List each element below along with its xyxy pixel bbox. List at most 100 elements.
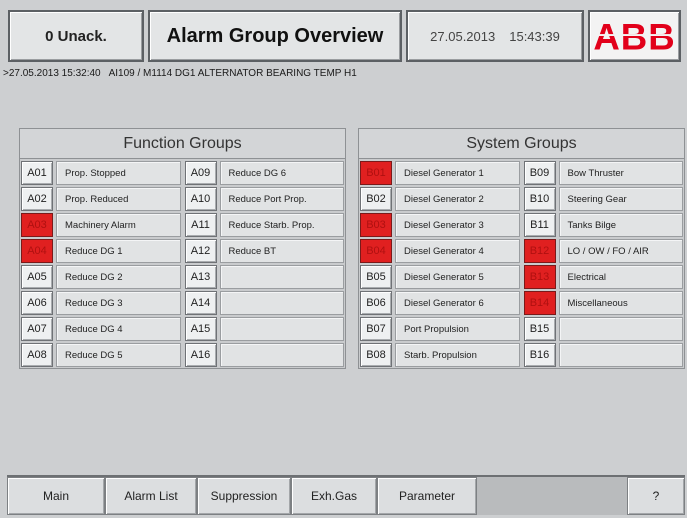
group-label-b13[interactable]: Electrical <box>558 265 683 289</box>
system-group-row-b05: B05 Diesel Generator 5 <box>360 265 520 289</box>
group-label-b16[interactable] <box>558 343 683 367</box>
group-code-a04[interactable]: A04 <box>21 239 53 263</box>
exh-gas-button[interactable]: Exh.Gas <box>291 477 377 515</box>
group-label-a09[interactable]: Reduce DG 6 <box>219 161 344 185</box>
group-code-a14[interactable]: A14 <box>184 291 217 315</box>
alarm-list-button[interactable]: Alarm List <box>105 477 197 515</box>
group-code-b02[interactable]: B02 <box>360 187 392 211</box>
unack-label: 0 Unack. <box>45 27 107 45</box>
group-label-a07[interactable]: Reduce DG 4 <box>56 317 181 341</box>
main-button[interactable]: Main <box>7 477 105 515</box>
group-code-a03[interactable]: A03 <box>21 213 53 237</box>
alarm-overview-screen: 0 Unack. Alarm Group Overview 27.05.2013… <box>0 0 687 518</box>
group-code-a02[interactable]: A02 <box>21 187 53 211</box>
group-label-a06[interactable]: Reduce DG 3 <box>56 291 181 315</box>
group-code-b03[interactable]: B03 <box>360 213 392 237</box>
group-code-b16[interactable]: B16 <box>523 343 556 367</box>
group-label-a12[interactable]: Reduce BT <box>219 239 344 263</box>
group-code-b11[interactable]: B11 <box>523 213 556 237</box>
group-code-a07[interactable]: A07 <box>21 317 53 341</box>
group-code-a12[interactable]: A12 <box>184 239 217 263</box>
system-group-row-b01: B01 Diesel Generator 1 <box>360 161 520 185</box>
header-bar: 0 Unack. Alarm Group Overview 27.05.2013… <box>8 10 685 62</box>
group-label-a02[interactable]: Prop. Reduced <box>56 187 181 211</box>
group-code-b04[interactable]: B04 <box>360 239 392 263</box>
group-code-a08[interactable]: A08 <box>21 343 53 367</box>
unack-button[interactable]: 0 Unack. <box>8 10 144 62</box>
group-code-a06[interactable]: A06 <box>21 291 53 315</box>
group-label-a10[interactable]: Reduce Port Prop. <box>219 187 344 211</box>
group-label-a13[interactable] <box>219 265 344 289</box>
function-group-row-a05: A05 Reduce DG 2 <box>21 265 181 289</box>
group-label-a03[interactable]: Machinery Alarm <box>56 213 181 237</box>
group-label-b02[interactable]: Diesel Generator 2 <box>395 187 520 211</box>
group-code-b06[interactable]: B06 <box>360 291 392 315</box>
suppression-button[interactable]: Suppression <box>197 477 291 515</box>
group-code-b09[interactable]: B09 <box>523 161 556 185</box>
group-code-a13[interactable]: A13 <box>184 265 217 289</box>
date-text: 27.05.2013 <box>430 28 496 44</box>
parameter-button[interactable]: Parameter <box>377 477 477 515</box>
group-label-b06[interactable]: Diesel Generator 6 <box>395 291 520 315</box>
group-label-b09[interactable]: Bow Thruster <box>558 161 683 185</box>
group-label-b03[interactable]: Diesel Generator 3 <box>395 213 520 237</box>
group-code-a11[interactable]: A11 <box>184 213 217 237</box>
group-code-a10[interactable]: A10 <box>184 187 217 211</box>
group-label-a11[interactable]: Reduce Starb. Prop. <box>219 213 344 237</box>
group-code-b15[interactable]: B15 <box>523 317 556 341</box>
function-group-row-a09: A09 Reduce DG 6 <box>184 161 344 185</box>
function-groups-column-1: A01 Prop. Stopped A02 Prop. Reduced A03 Machi… <box>21 161 181 367</box>
group-label-a01[interactable]: Prop. Stopped <box>56 161 181 185</box>
system-group-row-b16: B16 <box>523 343 683 367</box>
group-label-b01[interactable]: Diesel Generator 1 <box>395 161 520 185</box>
group-code-a01[interactable]: A01 <box>21 161 53 185</box>
system-group-row-b09: B09 Bow Thruster <box>523 161 683 185</box>
group-label-b15[interactable] <box>558 317 683 341</box>
group-code-a15[interactable]: A15 <box>184 317 217 341</box>
system-group-row-b08: B08 Starb. Propulsion <box>360 343 520 367</box>
function-group-row-a14: A14 <box>184 291 344 315</box>
group-code-a09[interactable]: A09 <box>184 161 217 185</box>
time-text: 15:43:39 <box>509 28 560 44</box>
latest-alarm-line[interactable]: >27.05.2013 15:32:40 AI109 / M1114 DG1 A… <box>3 68 687 82</box>
group-label-b10[interactable]: Steering Gear <box>558 187 683 211</box>
function-groups-title: Function Groups <box>20 129 345 159</box>
group-label-b05[interactable]: Diesel Generator 5 <box>395 265 520 289</box>
group-label-b14[interactable]: Miscellaneous <box>558 291 683 315</box>
system-group-row-b03: B03 Diesel Generator 3 <box>360 213 520 237</box>
group-code-a16[interactable]: A16 <box>184 343 217 367</box>
group-code-a05[interactable]: A05 <box>21 265 53 289</box>
system-group-row-b13: B13 Electrical <box>523 265 683 289</box>
group-code-b07[interactable]: B07 <box>360 317 392 341</box>
system-group-row-b11: B11 Tanks Bilge <box>523 213 683 237</box>
function-group-row-a07: A07 Reduce DG 4 <box>21 317 181 341</box>
group-code-b12[interactable]: B12 <box>523 239 556 263</box>
page-title-text: Alarm Group Overview <box>166 24 384 47</box>
group-label-b07[interactable]: Port Propulsion <box>395 317 520 341</box>
function-group-row-a08: A08 Reduce DG 5 <box>21 343 181 367</box>
group-code-b10[interactable]: B10 <box>523 187 556 211</box>
alarm-text: AI109 / M1114 DG1 ALTERNATOR BEARING TEM… <box>108 68 357 79</box>
group-label-b12[interactable]: LO / OW / FO / AIR <box>558 239 683 263</box>
group-code-b08[interactable]: B08 <box>360 343 392 367</box>
group-label-b11[interactable]: Tanks Bilge <box>558 213 683 237</box>
help-button[interactable]: ? <box>627 477 685 515</box>
system-groups-title: System Groups <box>359 129 684 159</box>
function-group-row-a13: A13 <box>184 265 344 289</box>
group-code-b01[interactable]: B01 <box>360 161 392 185</box>
system-group-row-b06: B06 Diesel Generator 6 <box>360 291 520 315</box>
group-code-b05[interactable]: B05 <box>360 265 392 289</box>
group-code-b14[interactable]: B14 <box>523 291 556 315</box>
group-label-a04[interactable]: Reduce DG 1 <box>56 239 181 263</box>
group-label-b04[interactable]: Diesel Generator 4 <box>395 239 520 263</box>
group-code-b13[interactable]: B13 <box>523 265 556 289</box>
group-label-a16[interactable] <box>219 343 344 367</box>
group-label-a08[interactable]: Reduce DG 5 <box>56 343 181 367</box>
group-label-b08[interactable]: Starb. Propulsion <box>395 343 520 367</box>
group-label-a15[interactable] <box>219 317 344 341</box>
function-groups-panel: Function Groups A01 Prop. Stopped A02 Prop.… <box>19 128 346 369</box>
group-label-a14[interactable] <box>219 291 344 315</box>
system-group-row-b02: B02 Diesel Generator 2 <box>360 187 520 211</box>
group-label-a05[interactable]: Reduce DG 2 <box>56 265 181 289</box>
function-group-row-a15: A15 <box>184 317 344 341</box>
